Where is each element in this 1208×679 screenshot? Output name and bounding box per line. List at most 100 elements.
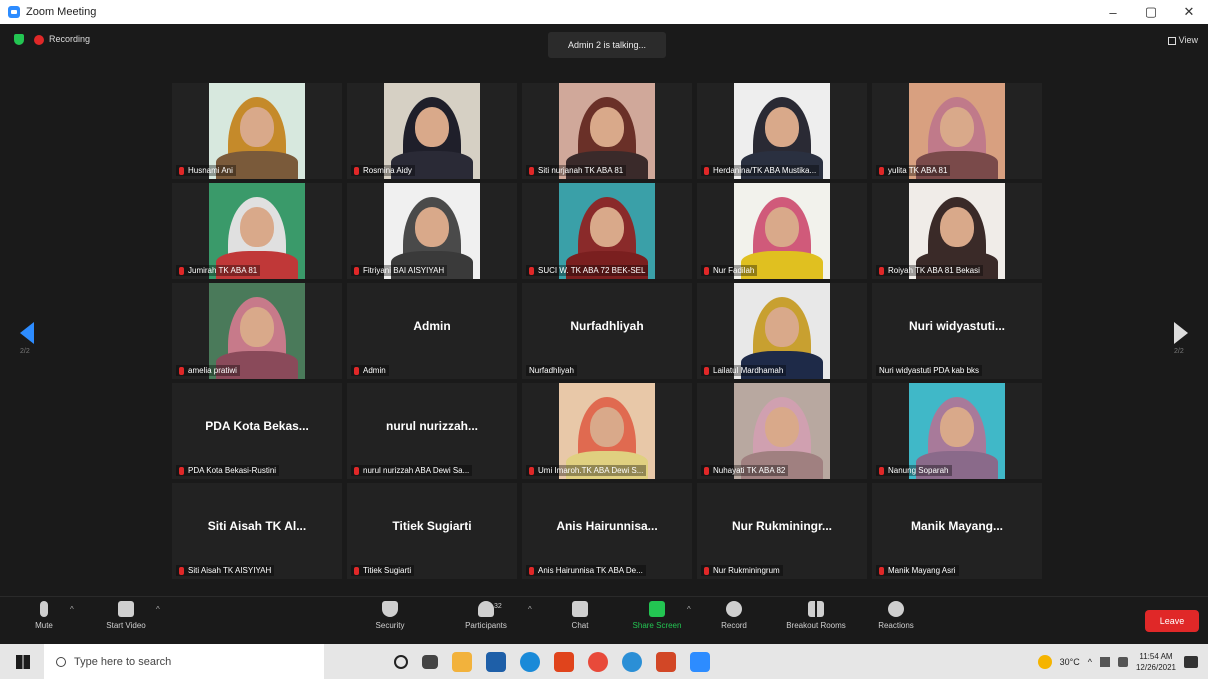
windows-taskbar: Type here to search 30°C ^ 11:54 AM 12/2… <box>0 644 1208 679</box>
participant-tile[interactable]: Titiek Sugiarti Titiek Sugiarti <box>347 483 517 579</box>
participants-button[interactable]: 32 Participants ^ <box>446 601 532 630</box>
edge-icon[interactable] <box>520 651 540 672</box>
clock[interactable]: 11:54 AM 12/26/2021 <box>1136 651 1176 673</box>
participant-tile[interactable]: Manik Mayang... Manik Mayang Asri <box>872 483 1042 579</box>
arrow-left-icon <box>20 322 34 344</box>
next-page-button[interactable]: 2/2 <box>1174 322 1194 362</box>
participant-tile[interactable]: Anis Hairunnisa... Anis Hairunnisa TK ABA… <box>522 483 692 579</box>
security-label: Security <box>375 621 405 630</box>
previous-page-button[interactable]: 2/2 <box>20 322 40 362</box>
muted-mic-icon <box>354 166 359 175</box>
participant-tile[interactable]: Siti nurjanah TK ABA 81 <box>522 83 692 179</box>
participant-tile[interactable]: Roiyah TK ABA 81 Bekasi <box>872 183 1042 279</box>
participant-face <box>415 207 449 247</box>
chevron-up-icon[interactable]: ^ <box>528 605 532 614</box>
arrow-right-icon <box>1174 322 1188 344</box>
participant-name-label: Roiyah TK ABA 81 Bekasi <box>876 265 983 276</box>
participants-icon <box>478 601 494 617</box>
encryption-shield-icon[interactable] <box>14 34 24 45</box>
participant-tile[interactable]: PDA Kota Bekas... PDA Kota Bekasi-Rustini <box>172 383 342 479</box>
participant-display-name: PDA Kota Bekas... <box>205 419 309 433</box>
notification-icon[interactable] <box>1184 655 1198 668</box>
participant-tile[interactable]: Fitriyani BAI AISYIYAH <box>347 183 517 279</box>
participant-name: Nur Rukminingrum <box>713 566 780 575</box>
task-view-icon[interactable] <box>422 654 438 669</box>
powerpoint-icon[interactable] <box>656 651 676 672</box>
chat-button[interactable]: Chat <box>540 601 620 630</box>
participant-tile[interactable]: Nur Rukminingr... Nur Rukminingrum <box>697 483 867 579</box>
participant-tile[interactable]: amelia pratiwi <box>172 283 342 379</box>
search-placeholder: Type here to search <box>74 655 172 668</box>
participant-name: Rosmina Aidy <box>363 166 412 175</box>
participant-display-name: Manik Mayang... <box>910 519 1004 533</box>
record-button[interactable]: Record <box>694 601 774 630</box>
participant-tile[interactable]: Nuhayati TK ABA 82 <box>697 383 867 479</box>
participant-name-label: Nuhayati TK ABA 82 <box>701 465 789 476</box>
volume-icon[interactable] <box>1117 656 1128 667</box>
participant-face <box>415 107 449 147</box>
participant-name-label: Admin <box>351 365 389 376</box>
record-icon <box>726 601 742 617</box>
participant-tile[interactable]: Husnami Ani <box>172 83 342 179</box>
muted-mic-icon <box>879 566 884 575</box>
muted-mic-icon <box>179 366 184 375</box>
windows-start-icon[interactable] <box>16 654 30 669</box>
office-icon[interactable] <box>554 651 574 672</box>
file-explorer-icon[interactable] <box>452 651 472 672</box>
taskbar-search-box[interactable]: Type here to search <box>44 644 324 679</box>
participant-tile[interactable]: SUCI W. TK ABA 72 BEK-SEL <box>522 183 692 279</box>
participant-tile[interactable]: yulita TK ABA 81 <box>872 83 1042 179</box>
participant-name-label: Titiek Sugiarti <box>351 565 415 576</box>
chrome-icon[interactable] <box>588 651 608 672</box>
participant-name: Siti nurjanah TK ABA 81 <box>538 166 624 175</box>
chevron-up-icon[interactable]: ^ <box>687 605 691 614</box>
clock-time: 11:54 AM <box>1139 651 1173 661</box>
participant-face <box>590 207 624 247</box>
participant-face <box>940 107 974 147</box>
mute-button[interactable]: Mute ^ <box>4 601 84 630</box>
taskbar-apps <box>394 651 710 672</box>
chevron-up-icon[interactable]: ^ <box>156 605 160 614</box>
meeting-info-bar: Recording <box>14 34 90 45</box>
zoom-app-icon[interactable] <box>690 651 710 672</box>
window-titlebar: Zoom Meeting – ▢ ✕ <box>0 0 1208 24</box>
participant-tile[interactable]: Nur Fadilah <box>697 183 867 279</box>
participant-tile[interactable]: Rosmina Aidy <box>347 83 517 179</box>
participant-tile[interactable]: Nurfadhliyah Nurfadhliyah <box>522 283 692 379</box>
cortana-icon[interactable] <box>394 654 408 669</box>
participant-face <box>765 407 799 447</box>
temperature[interactable]: 30°C <box>1060 657 1080 667</box>
participant-tile[interactable]: Umi Imaroh.TK ABA Dewi S... <box>522 383 692 479</box>
zoom-logo-icon <box>8 6 20 18</box>
breakout-rooms-button[interactable]: Breakout Rooms <box>776 601 856 630</box>
participant-name: Nanung Soparah <box>888 466 949 475</box>
leave-button[interactable]: Leave <box>1145 610 1199 632</box>
participant-face <box>240 207 274 247</box>
participant-tile[interactable]: Lailatul Mardhamah <box>697 283 867 379</box>
share-screen-button[interactable]: Share Screen ^ <box>617 601 697 630</box>
view-button[interactable]: View <box>1167 35 1198 45</box>
participant-tile[interactable]: Siti Aisah TK Al... Siti Aisah TK AISYIYA… <box>172 483 342 579</box>
tray-chevron-up-icon[interactable]: ^ <box>1088 657 1092 667</box>
chevron-up-icon[interactable]: ^ <box>70 605 74 614</box>
security-button[interactable]: Security <box>350 601 430 630</box>
muted-mic-icon <box>179 566 184 575</box>
recording-indicator[interactable]: Recording <box>34 34 90 45</box>
participant-tile[interactable]: Nuri widyastuti... Nuri widyastuti PDA ka… <box>872 283 1042 379</box>
maximize-button[interactable]: ▢ <box>1132 4 1170 20</box>
mail-icon[interactable] <box>486 651 506 672</box>
close-button[interactable]: ✕ <box>1170 4 1208 20</box>
reactions-button[interactable]: Reactions <box>856 601 936 630</box>
participant-tile[interactable]: Nanung Soparah <box>872 383 1042 479</box>
participant-name-label: Nurfadhliyah <box>526 365 577 376</box>
minimize-button[interactable]: – <box>1094 5 1132 20</box>
participant-tile[interactable]: Jumirah TK ABA 81 <box>172 183 342 279</box>
network-icon[interactable] <box>1099 656 1110 667</box>
edge-browser-icon[interactable] <box>622 651 642 672</box>
participant-tile[interactable]: nurul nurizzah... nurul nurizzah ABA Dewi… <box>347 383 517 479</box>
participant-tile[interactable]: Herdanina/TK ABA Mustika... <box>697 83 867 179</box>
start-video-button[interactable]: Start Video ^ <box>86 601 166 630</box>
weather-sun-icon[interactable] <box>1037 654 1052 669</box>
participant-tile[interactable]: Admin Admin <box>347 283 517 379</box>
participant-name: Manik Mayang Asri <box>888 566 956 575</box>
